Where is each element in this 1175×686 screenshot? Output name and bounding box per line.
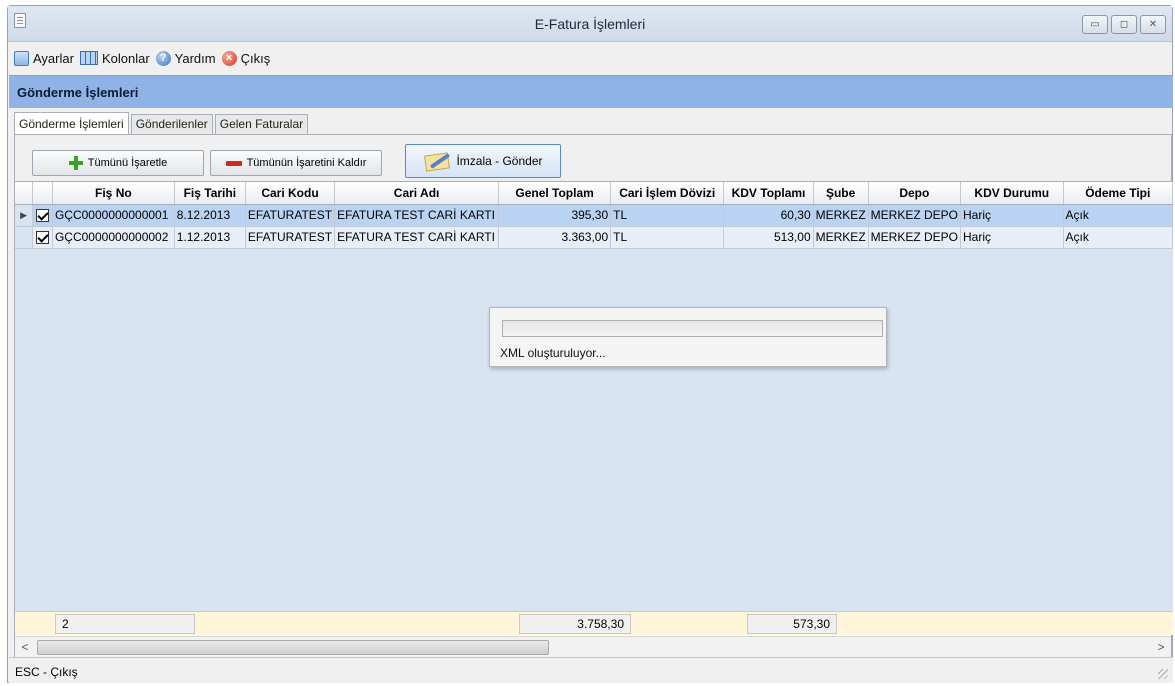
tab-gonderme-islemleri[interactable]: Gönderme İşlemleri: [14, 112, 129, 136]
section-header: Gönderme İşlemleri: [9, 75, 1173, 108]
header-cari-kodu[interactable]: Cari Kodu: [245, 182, 336, 205]
header-kdv-durumu[interactable]: KDV Durumu: [960, 182, 1064, 205]
row-checkbox[interactable]: [32, 226, 53, 249]
footer-count: 2: [55, 614, 195, 634]
cell-kdv-toplam[interactable]: 60,30: [723, 204, 814, 227]
menu-ayarlar-label: Ayarlar: [33, 50, 74, 66]
select-all-label: Tümünü İşaretle: [87, 157, 168, 169]
cell-cari-kodu[interactable]: EFATURATEST: [245, 226, 336, 249]
header-checkbox[interactable]: [32, 182, 53, 205]
footer-kdv-toplam: 573,30: [747, 614, 837, 634]
settings-icon: [14, 50, 29, 66]
cell-depo[interactable]: MERKEZ DEPO: [868, 226, 962, 249]
tab-strip: Gönderme İşlemleri Gönderilenler Gelen F…: [14, 111, 310, 136]
menu-bar: Ayarlar Kolonlar ? Yardım × Çıkış: [8, 43, 1172, 73]
maximize-button[interactable]: ◻: [1111, 15, 1137, 34]
header-indicator: [15, 182, 34, 205]
cell-doviz[interactable]: TL: [610, 204, 725, 227]
header-kdv-toplam[interactable]: KDV Toplamı: [723, 182, 814, 205]
cell-doviz[interactable]: TL: [610, 226, 725, 249]
table-row[interactable]: GÇC0000000000002 1.12.2013 EFATURATEST E…: [15, 226, 1173, 249]
progress-dialog: XML oluşturuluyor...: [489, 307, 887, 367]
horizontal-scrollbar[interactable]: < >: [15, 636, 1171, 658]
header-sube[interactable]: Şube: [813, 182, 869, 205]
cell-genel-toplam[interactable]: 3.363,00: [498, 226, 612, 249]
row-indicator: [15, 226, 34, 249]
scroll-right-icon[interactable]: >: [1154, 640, 1168, 654]
menu-kolonlar[interactable]: Kolonlar: [79, 50, 150, 66]
status-text: ESC - Çıkış: [15, 665, 78, 679]
tab-gelen-faturalar[interactable]: Gelen Faturalar: [214, 114, 309, 135]
sign-send-label: İmzala - Gönder: [456, 154, 543, 168]
cell-kdv-toplam[interactable]: 513,00: [723, 226, 814, 249]
section-title: Gönderme İşlemleri: [17, 85, 139, 100]
cell-cari-kodu[interactable]: EFATURATEST: [245, 204, 336, 227]
scroll-thumb[interactable]: [37, 640, 549, 655]
unselect-all-button[interactable]: Tümünün İşaretini Kaldır: [210, 150, 382, 176]
row-indicator-icon: ▶: [15, 204, 34, 227]
invoice-table: Fiş No Fiş Tarihi Cari Kodu Cari Adı Gen…: [15, 182, 1173, 249]
cell-sube[interactable]: MERKEZ: [813, 204, 869, 227]
pen-sign-icon: [423, 150, 451, 172]
cell-odeme-tipi[interactable]: Açık: [1063, 226, 1173, 249]
menu-ayarlar[interactable]: Ayarlar: [14, 50, 74, 66]
cell-cari-adi[interactable]: EFATURA TEST CARİ KARTI: [334, 226, 500, 249]
tab-panel: Tümünü İşaretle Tümünün İşaretini Kaldır…: [14, 134, 1173, 659]
header-doviz[interactable]: Cari İşlem Dövizi: [610, 182, 725, 205]
progress-text: XML oluşturuluyor...: [500, 346, 606, 360]
header-fis-tarihi[interactable]: Fiş Tarihi: [174, 182, 246, 205]
title-bar[interactable]: E-Fatura İşlemleri ▭ ◻ ✕: [8, 6, 1172, 42]
progress-bar: [502, 320, 883, 337]
unselect-all-label: Tümünün İşaretini Kaldır: [246, 157, 367, 169]
menu-cikis-label: Çıkış: [240, 50, 271, 66]
sign-send-button[interactable]: İmzala - Gönder: [405, 144, 561, 178]
cell-sube[interactable]: MERKEZ: [813, 226, 869, 249]
action-toolbar: Tümünü İşaretle Tümünün İşaretini Kaldır…: [15, 135, 1171, 181]
header-depo[interactable]: Depo: [868, 182, 962, 205]
header-cari-adi[interactable]: Cari Adı: [334, 182, 500, 205]
columns-icon: [79, 51, 98, 65]
header-genel-toplam[interactable]: Genel Toplam: [498, 182, 612, 205]
minus-icon: [225, 160, 242, 166]
cell-fis-no[interactable]: GÇC0000000000002: [52, 226, 175, 249]
grid-footer: 2 3.758,30 573,30: [15, 611, 1173, 635]
header-row: Fiş No Fiş Tarihi Cari Kodu Cari Adı Gen…: [15, 182, 1173, 205]
window-title: E-Fatura İşlemleri: [534, 16, 646, 32]
plus-icon: [68, 156, 83, 170]
invoice-grid: Fiş No Fiş Tarihi Cari Kodu Cari Adı Gen…: [15, 181, 1173, 611]
cell-cari-adi[interactable]: EFATURA TEST CARİ KARTI: [334, 204, 500, 227]
tab-gonderilenler[interactable]: Gönderilenler: [130, 114, 213, 135]
window-controls: ▭ ◻ ✕: [1082, 15, 1166, 34]
close-button[interactable]: ✕: [1140, 15, 1166, 34]
cell-kdv-durumu[interactable]: Hariç: [960, 204, 1064, 227]
menu-kolonlar-label: Kolonlar: [101, 50, 150, 66]
minimize-button[interactable]: ▭: [1082, 15, 1108, 34]
footer-genel-toplam: 3.758,30: [519, 614, 631, 634]
cell-fis-tarihi[interactable]: 8.12.2013: [174, 204, 246, 227]
exit-icon: ×: [221, 50, 237, 66]
cell-genel-toplam[interactable]: 395,30: [498, 204, 612, 227]
cell-fis-tarihi[interactable]: 1.12.2013: [174, 226, 246, 249]
help-icon: ?: [155, 50, 171, 66]
cell-kdv-durumu[interactable]: Hariç: [960, 226, 1064, 249]
menu-yardim[interactable]: ? Yardım: [155, 50, 216, 66]
header-odeme-tipi[interactable]: Ödeme Tipi: [1063, 182, 1173, 205]
checkbox-checked-icon[interactable]: [36, 231, 50, 245]
row-checkbox[interactable]: [32, 204, 53, 227]
cell-odeme-tipi[interactable]: Açık: [1063, 204, 1173, 227]
cell-fis-no[interactable]: GÇC0000000000001: [52, 204, 175, 227]
menu-yardim-label: Yardım: [174, 50, 216, 66]
checkbox-checked-icon[interactable]: [36, 209, 50, 223]
scroll-left-icon[interactable]: <: [18, 640, 32, 654]
resize-grip-icon[interactable]: [1158, 669, 1168, 679]
menu-cikis[interactable]: × Çıkış: [221, 50, 271, 66]
select-all-button[interactable]: Tümünü İşaretle: [32, 150, 204, 176]
header-fis-no[interactable]: Fiş No: [52, 182, 175, 205]
status-bar: ESC - Çıkış: [9, 657, 1173, 683]
table-row[interactable]: ▶ GÇC0000000000001 8.12.2013 EFATURATEST…: [15, 204, 1173, 227]
cell-depo[interactable]: MERKEZ DEPO: [868, 204, 962, 227]
